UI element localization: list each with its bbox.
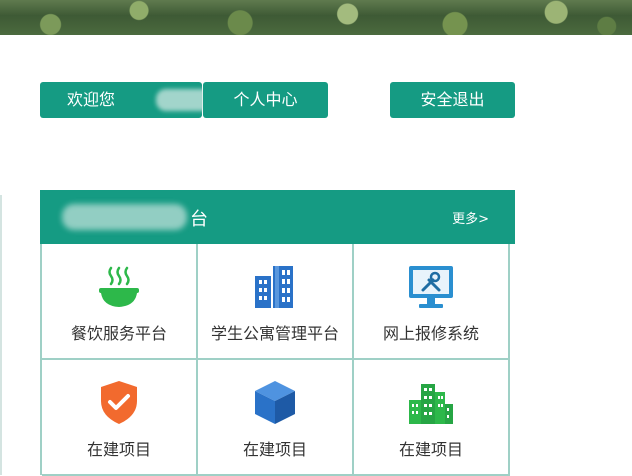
- tile-project-3[interactable]: 在建项目: [354, 360, 510, 476]
- tile-label: 学生公寓管理平台: [210, 324, 339, 343]
- repair-monitor-icon: [409, 266, 453, 308]
- tile-label: 在建项目: [242, 440, 307, 459]
- more-link[interactable]: 更多>: [452, 208, 489, 227]
- service-grid: 餐饮服务平台 学生公寓管理平台 网上报修系统 在建项目 在建项目 在建项目: [40, 244, 515, 476]
- rice-bowl-icon: [99, 266, 139, 307]
- tile-project-1[interactable]: 在建项目: [42, 360, 198, 476]
- shield-check-icon: [101, 381, 137, 424]
- city-buildings-icon: [409, 384, 453, 424]
- logout-button[interactable]: 安全退出: [390, 82, 515, 118]
- panel-title: 台: [190, 209, 208, 230]
- apartment-building-icon: [255, 266, 293, 308]
- services-panel: 台 更多> 餐饮服务平台 学生公寓管理平台 网上报修系统 在建项目 在建项目 在…: [40, 190, 515, 476]
- panel-header: 台 更多>: [40, 190, 515, 244]
- redacted-panel-title: [62, 204, 187, 230]
- tile-online-repair[interactable]: 网上报修系统: [354, 244, 510, 360]
- tile-catering-platform[interactable]: 餐饮服务平台: [42, 244, 198, 360]
- welcome-button[interactable]: 欢迎您: [40, 82, 220, 118]
- profile-button[interactable]: 个人中心: [203, 82, 328, 118]
- tile-dormitory-management[interactable]: 学生公寓管理平台: [198, 244, 354, 360]
- tile-label: 网上报修系统: [382, 324, 479, 343]
- welcome-label: 欢迎您: [67, 90, 116, 109]
- banner-foliage: [0, 0, 632, 35]
- tile-label: 餐饮服务平台: [70, 324, 167, 343]
- cube-icon: [255, 381, 295, 424]
- tile-label: 在建项目: [86, 440, 151, 459]
- tile-project-2[interactable]: 在建项目: [198, 360, 354, 476]
- header-banner-image: [0, 0, 632, 35]
- tile-label: 在建项目: [398, 440, 463, 459]
- left-panel-edge: [0, 195, 2, 475]
